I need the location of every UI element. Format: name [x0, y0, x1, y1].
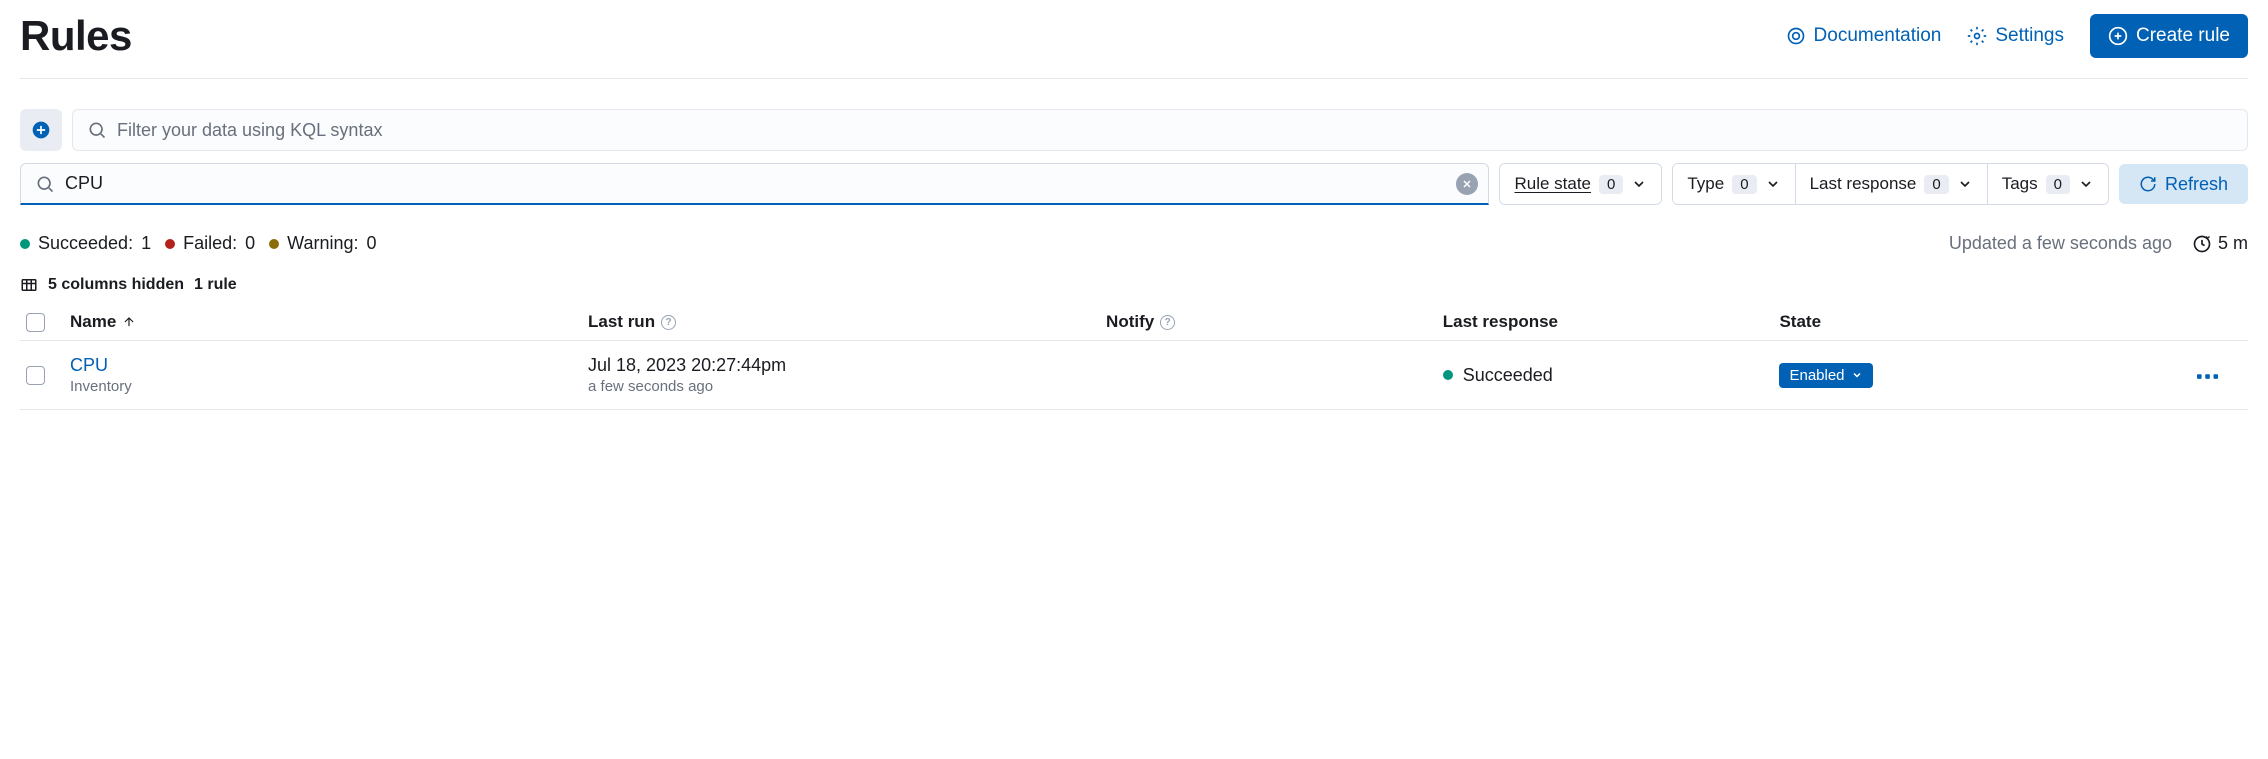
columns-hidden[interactable]: 5 columns hidden [48, 276, 184, 294]
row-actions-button[interactable] [2193, 364, 2223, 387]
status-updated: Updated a few seconds ago [1949, 233, 2172, 254]
column-notify-label: Notify [1106, 312, 1154, 332]
status-warning-label: Warning: [287, 233, 358, 254]
filters-row: Rule state 0 Type 0 Last response 0 Tags… [20, 163, 2248, 205]
rules-table: Name Last run ? Notify ? Last response S… [20, 304, 2248, 410]
status-failed-count: 0 [245, 233, 255, 254]
status-warning-count: 0 [367, 233, 377, 254]
close-icon [1461, 178, 1473, 190]
gear-icon [1967, 26, 1987, 46]
refresh-interval[interactable]: 5 m [2192, 233, 2248, 254]
column-last-response-label: Last response [1443, 312, 1558, 332]
chevron-down-icon [1765, 176, 1781, 192]
status-succeeded-count: 1 [141, 233, 151, 254]
filter-pills: Rule state 0 [1499, 163, 1662, 205]
response-text: Succeeded [1463, 365, 1553, 386]
columns-icon [20, 276, 38, 294]
kql-input[interactable] [117, 120, 2233, 141]
filter-rule-state-label: Rule state [1514, 174, 1591, 194]
table-row: CPU Inventory Jul 18, 2023 20:27:44pm a … [20, 341, 2248, 410]
page-header: Rules Documentation Settings Create rule [20, 0, 2248, 79]
column-last-run[interactable]: Last run ? [588, 312, 1106, 332]
filter-pills-group: Type 0 Last response 0 Tags 0 [1672, 163, 2109, 205]
search-input-container[interactable] [20, 163, 1489, 205]
column-name[interactable]: Name [70, 312, 588, 332]
column-name-label: Name [70, 312, 116, 332]
filter-tags-count: 0 [2046, 175, 2070, 194]
page-title: Rules [20, 12, 132, 60]
kql-input-container[interactable] [72, 109, 2248, 151]
filter-tags-label: Tags [2002, 174, 2038, 194]
header-actions: Documentation Settings Create rule [1786, 14, 2248, 58]
refresh-button[interactable]: Refresh [2119, 164, 2248, 204]
filter-type-count: 0 [1732, 175, 1756, 194]
filter-tags[interactable]: Tags 0 [1987, 164, 2108, 204]
rule-name-link[interactable]: CPU [70, 355, 588, 376]
sort-up-icon [122, 315, 136, 329]
refresh-interval-value: 5 m [2218, 233, 2248, 254]
last-run-ago: a few seconds ago [588, 378, 1106, 395]
chevron-down-icon [1631, 176, 1647, 192]
settings-link[interactable]: Settings [1967, 25, 2064, 47]
column-last-run-label: Last run [588, 312, 655, 332]
select-all-checkbox[interactable] [26, 313, 45, 332]
chevron-down-icon [1851, 369, 1863, 381]
create-rule-button[interactable]: Create rule [2090, 14, 2248, 58]
search-icon [87, 120, 107, 140]
status-failed: Failed: 0 [165, 233, 255, 254]
filter-type[interactable]: Type 0 [1673, 164, 1794, 204]
table-header: Name Last run ? Notify ? Last response S… [20, 304, 2248, 341]
rule-type: Inventory [70, 378, 588, 395]
more-horizontal-icon [2197, 374, 2219, 380]
clear-search-button[interactable] [1456, 173, 1478, 195]
status-succeeded-label: Succeeded: [38, 233, 133, 254]
plus-circle-icon [2108, 26, 2128, 46]
documentation-link[interactable]: Documentation [1786, 25, 1942, 47]
column-notify[interactable]: Notify ? [1106, 312, 1443, 332]
rule-count: 1 rule [194, 276, 237, 294]
search-icon [35, 174, 55, 194]
status-counts: Succeeded: 1 Failed: 0 Warning: 0 [20, 233, 385, 254]
last-run-time: Jul 18, 2023 20:27:44pm [588, 355, 1106, 376]
settings-label: Settings [1995, 25, 2064, 47]
table-meta: 5 columns hidden 1 rule [20, 276, 2248, 294]
filter-rule-state-count: 0 [1599, 175, 1623, 194]
column-state-label: State [1779, 312, 1821, 332]
state-badge[interactable]: Enabled [1779, 363, 1872, 388]
dot-green-icon [20, 239, 30, 249]
search-input[interactable] [65, 173, 1446, 194]
column-last-response[interactable]: Last response [1443, 312, 1780, 332]
dot-red-icon [165, 239, 175, 249]
filter-type-label: Type [1687, 174, 1724, 194]
chevron-down-icon [1957, 176, 1973, 192]
status-bar: Succeeded: 1 Failed: 0 Warning: 0 Update… [20, 233, 2248, 254]
filter-last-response[interactable]: Last response 0 [1795, 164, 1987, 204]
column-state[interactable]: State [1779, 312, 2168, 332]
status-warning: Warning: 0 [269, 233, 376, 254]
row-checkbox[interactable] [26, 366, 45, 385]
help-icon[interactable]: ? [661, 315, 676, 330]
dot-yellow-icon [269, 239, 279, 249]
chevron-down-icon [2078, 176, 2094, 192]
add-filter-button[interactable] [20, 109, 62, 151]
filter-last-response-count: 0 [1924, 175, 1948, 194]
refresh-icon [2139, 175, 2157, 193]
create-rule-label: Create rule [2136, 25, 2230, 47]
kql-row [20, 109, 2248, 151]
clock-refresh-icon [2192, 234, 2212, 254]
dot-green-icon [1443, 370, 1453, 380]
filter-last-response-label: Last response [1810, 174, 1917, 194]
status-right: Updated a few seconds ago 5 m [1949, 233, 2248, 254]
refresh-label: Refresh [2165, 174, 2228, 195]
response-cell: Succeeded [1443, 365, 1780, 386]
documentation-icon [1786, 26, 1806, 46]
documentation-label: Documentation [1814, 25, 1942, 47]
status-succeeded: Succeeded: 1 [20, 233, 151, 254]
state-badge-label: Enabled [1789, 367, 1844, 384]
status-failed-label: Failed: [183, 233, 237, 254]
filter-rule-state[interactable]: Rule state 0 [1500, 164, 1661, 204]
help-icon[interactable]: ? [1160, 315, 1175, 330]
plus-icon [31, 120, 51, 140]
